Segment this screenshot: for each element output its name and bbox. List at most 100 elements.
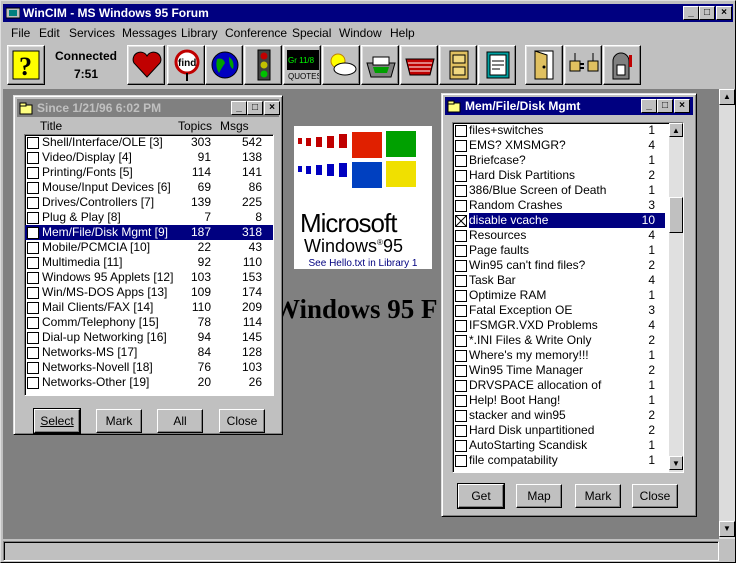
topic-row[interactable]: EMS? XMSMGR? 4 xyxy=(453,138,669,153)
menu-window[interactable]: Window xyxy=(339,25,382,41)
section-row[interactable]: Win/MS-DOS Apps [13] 109 174 xyxy=(25,285,273,300)
disconnect-tool-button[interactable] xyxy=(564,45,602,85)
section-checkbox[interactable] xyxy=(27,242,39,254)
topic-row[interactable]: disable vcache 10 xyxy=(453,213,669,228)
all-button[interactable]: All xyxy=(157,409,203,433)
mailbox-tool-button[interactable] xyxy=(603,45,641,85)
menu-file[interactable]: File xyxy=(11,25,30,41)
menu-edit[interactable]: Edit xyxy=(39,25,60,41)
topic-row[interactable]: Hard Disk unpartitioned 2 xyxy=(453,423,669,438)
topic-checkbox[interactable] xyxy=(455,185,467,197)
in-basket-tool-button[interactable] xyxy=(361,45,399,85)
topic-row[interactable]: Where's my memory!!! 1 xyxy=(453,348,669,363)
scroll-thumb[interactable] xyxy=(669,197,683,233)
workspace-scroll-down-button[interactable]: ▼ xyxy=(719,521,735,537)
workspace-vertical-scrollbar[interactable]: ▲ ▼ xyxy=(719,89,735,539)
section-row[interactable]: Networks-Novell [18] 76 103 xyxy=(25,360,273,375)
topic-checkbox[interactable] xyxy=(455,395,467,407)
section-row[interactable]: Mouse/Input Devices [6] 69 86 xyxy=(25,180,273,195)
topic-close-list-button[interactable]: Close xyxy=(632,484,678,508)
topic-row[interactable]: Win95 Time Manager 2 xyxy=(453,363,669,378)
topic-row[interactable]: Win95 can't find files? 2 xyxy=(453,258,669,273)
topic-row[interactable]: Page faults 1 xyxy=(453,243,669,258)
topic-row[interactable]: Briefcase? 1 xyxy=(453,153,669,168)
topic-row[interactable]: Optimize RAM 1 xyxy=(453,288,669,303)
menu-messages[interactable]: Messages xyxy=(122,25,177,41)
menu-conference[interactable]: Conference xyxy=(225,25,287,41)
section-checkbox[interactable] xyxy=(27,347,39,359)
section-checkbox[interactable] xyxy=(27,137,39,149)
since-minimize-button[interactable]: _ xyxy=(231,101,247,115)
weather-tool-button[interactable] xyxy=(322,45,360,85)
go-tool-button[interactable] xyxy=(244,45,282,85)
favorite-places-tool-button[interactable] xyxy=(127,45,165,85)
section-checkbox[interactable] xyxy=(27,227,39,239)
exit-tool-button[interactable] xyxy=(525,45,563,85)
topic-checkbox[interactable] xyxy=(455,230,467,242)
section-row[interactable]: Multimedia [11] 92 110 xyxy=(25,255,273,270)
section-row[interactable]: Drives/Controllers [7] 139 225 xyxy=(25,195,273,210)
topic-checkbox[interactable] xyxy=(455,455,467,467)
mark-button[interactable]: Mark xyxy=(96,409,142,433)
topic-row[interactable]: Fatal Exception OE 3 xyxy=(453,303,669,318)
topic-checkbox[interactable] xyxy=(455,305,467,317)
menu-library[interactable]: Library xyxy=(181,25,218,41)
section-checkbox[interactable] xyxy=(27,197,39,209)
topic-row[interactable]: Random Crashes 3 xyxy=(453,198,669,213)
topic-minimize-button[interactable]: _ xyxy=(641,99,657,113)
since-maximize-button[interactable]: □ xyxy=(247,101,263,115)
since-window-title-bar[interactable]: Since 1/21/96 6:02 PM _ □ × xyxy=(17,99,280,117)
topic-row[interactable]: DRVSPACE allocation of 1 xyxy=(453,378,669,393)
topic-checkbox[interactable] xyxy=(455,290,467,302)
topic-checkbox[interactable] xyxy=(455,260,467,272)
section-checkbox[interactable] xyxy=(27,302,39,314)
find-tool-button[interactable]: find xyxy=(167,45,205,85)
workspace-scroll-up-button[interactable]: ▲ xyxy=(719,89,735,105)
topic-checkbox[interactable] xyxy=(455,320,467,332)
section-row[interactable]: Windows 95 Applets [12] 103 153 xyxy=(25,270,273,285)
help-tool-button[interactable]: ? xyxy=(7,45,45,85)
section-row[interactable]: Mail Clients/FAX [14] 110 209 xyxy=(25,300,273,315)
topic-checkbox[interactable] xyxy=(455,215,467,227)
topic-checkbox[interactable] xyxy=(455,140,467,152)
topic-checkbox[interactable] xyxy=(455,125,467,137)
section-row[interactable]: Networks-MS [17] 84 128 xyxy=(25,345,273,360)
topic-close-button[interactable]: × xyxy=(674,99,690,113)
topic-checkbox[interactable] xyxy=(455,380,467,392)
section-checkbox[interactable] xyxy=(27,167,39,179)
address-book-tool-button[interactable] xyxy=(478,45,516,85)
section-row[interactable]: Printing/Fonts [5] 114 141 xyxy=(25,165,273,180)
topic-checkbox[interactable] xyxy=(455,410,467,422)
topic-checkbox[interactable] xyxy=(455,245,467,257)
topic-list[interactable]: files+switches 1 EMS? XMSMGR? 4 Briefcase? 1 H… xyxy=(453,123,669,472)
filing-cabinet-tool-button[interactable] xyxy=(439,45,477,85)
topic-checkbox[interactable] xyxy=(455,200,467,212)
section-checkbox[interactable] xyxy=(27,377,39,389)
since-close-button[interactable]: × xyxy=(264,101,280,115)
topic-row[interactable]: Task Bar 4 xyxy=(453,273,669,288)
section-row[interactable]: Plug & Play [8] 7 8 xyxy=(25,210,273,225)
topic-row[interactable]: Resources 4 xyxy=(453,228,669,243)
topic-row[interactable]: files+switches 1 xyxy=(453,123,669,138)
section-row[interactable]: Mem/File/Disk Mgmt [9] 187 318 xyxy=(25,225,273,240)
section-checkbox[interactable] xyxy=(27,332,39,344)
section-checkbox[interactable] xyxy=(27,287,39,299)
topic-row[interactable]: AutoStarting Scandisk 1 xyxy=(453,438,669,453)
out-basket-tool-button[interactable] xyxy=(400,45,438,85)
section-checkbox[interactable] xyxy=(27,152,39,164)
map-button[interactable]: Map xyxy=(516,484,562,508)
close-button[interactable]: × xyxy=(716,6,732,20)
topic-row[interactable]: 386/Blue Screen of Death 1 xyxy=(453,183,669,198)
topic-row[interactable]: stacker and win95 2 xyxy=(453,408,669,423)
section-list[interactable]: Shell/Interface/OLE [3] 303 542 Video/Displ… xyxy=(24,134,274,396)
scroll-down-button[interactable]: ▼ xyxy=(669,456,683,470)
section-row[interactable]: Shell/Interface/OLE [3] 303 542 xyxy=(25,135,273,150)
topic-checkbox[interactable] xyxy=(455,275,467,287)
section-checkbox[interactable] xyxy=(27,272,39,284)
section-row[interactable]: Networks-Other [19] 20 26 xyxy=(25,375,273,390)
topic-row[interactable]: *.INI Files & Write Only 2 xyxy=(453,333,669,348)
topic-checkbox[interactable] xyxy=(455,155,467,167)
scroll-up-button[interactable]: ▲ xyxy=(669,123,683,137)
section-row[interactable]: Dial-up Networking [16] 94 145 xyxy=(25,330,273,345)
topic-row[interactable]: Help! Boot Hang! 1 xyxy=(453,393,669,408)
